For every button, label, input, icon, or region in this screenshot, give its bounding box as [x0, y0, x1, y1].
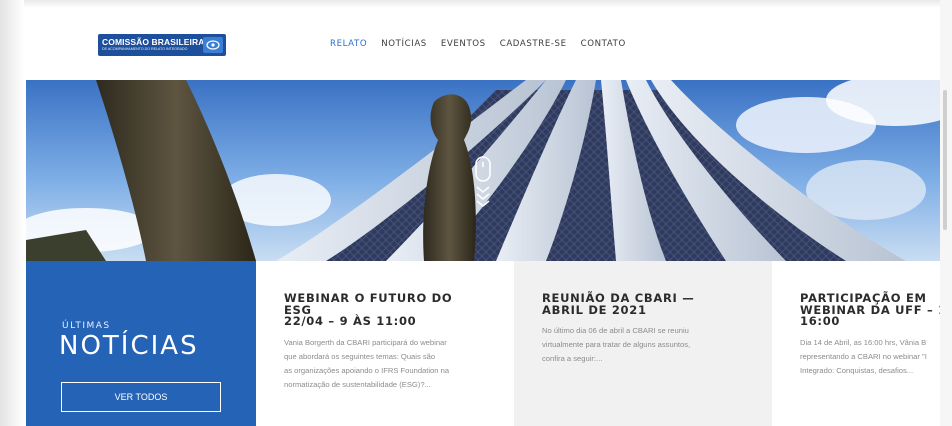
mouse-scroll-icon[interactable]	[473, 156, 493, 214]
nav-item-cadastre-se[interactable]: CADASTRE-SE	[500, 39, 567, 49]
logo-text: COMISSÃO BRASILEIRA DE ACOMPANHAMENTO DO…	[98, 38, 205, 52]
news-heading: NOTÍCIAS	[59, 331, 199, 361]
news-card[interactable]: WEBINAR O FUTURO DO ESG 22/04 – 9 ÀS 11:…	[256, 261, 514, 426]
page-scrollbar[interactable]	[940, 0, 952, 426]
nav-item-relato[interactable]: RELATO	[330, 39, 367, 49]
news-card-title[interactable]: PARTICIPAÇÃO EM WEBINAR DA UFF – 1 16:00	[800, 292, 940, 328]
site-header: COMISSÃO BRASILEIRA DE ACOMPANHAMENTO DO…	[26, 10, 940, 80]
frame-shadow	[0, 0, 952, 8]
nav-item-contato[interactable]: CONTATO	[581, 39, 626, 49]
news-card-title[interactable]: WEBINAR O FUTURO DO ESG 22/04 – 9 ÀS 11:…	[284, 292, 514, 328]
news-card-excerpt: Dia 14 de Abril, as 16:00 hrs, Vânia B r…	[800, 337, 927, 375]
nav-item-noticias[interactable]: NOTÍCIAS	[381, 39, 427, 49]
news-card-title[interactable]: REUNIÃO DA CBARI — ABRIL DE 2021	[542, 292, 772, 316]
frame-shadow	[0, 0, 24, 426]
view-all-button[interactable]: VER TODOS	[61, 382, 221, 412]
browser-frame: COMISSÃO BRASILEIRA DE ACOMPANHAMENTO DO…	[0, 0, 952, 426]
news-card[interactable]: REUNIÃO DA CBARI — ABRIL DE 2021 No últi…	[514, 261, 772, 426]
main-nav: RELATO NOTÍCIAS EVENTOS CADASTRE-SE CONT…	[330, 39, 640, 49]
latest-news-panel: ÚLTIMAS NOTÍCIAS VER TODOS	[26, 261, 256, 426]
hero-banner	[26, 80, 940, 261]
news-eyebrow: ÚLTIMAS	[62, 321, 111, 331]
scrollbar-thumb[interactable]	[943, 90, 947, 230]
news-card-excerpt: Vania Borgerth da CBARI participará do w…	[284, 337, 450, 389]
news-card[interactable]: PARTICIPAÇÃO EM WEBINAR DA UFF – 1 16:00…	[772, 261, 940, 426]
logo-subtitle: DE ACOMPANHAMENTO DO RELATO INTEGRADO	[102, 47, 188, 52]
news-card-excerpt: No último dia 06 de abril a CBARI se reu…	[542, 326, 691, 363]
logo-title: COMISSÃO BRASILEIRA	[102, 36, 205, 47]
logo-emblem-icon	[203, 37, 223, 53]
site-logo[interactable]: COMISSÃO BRASILEIRA DE ACOMPANHAMENTO DO…	[98, 34, 226, 56]
nav-item-eventos[interactable]: EVENTOS	[441, 39, 486, 49]
